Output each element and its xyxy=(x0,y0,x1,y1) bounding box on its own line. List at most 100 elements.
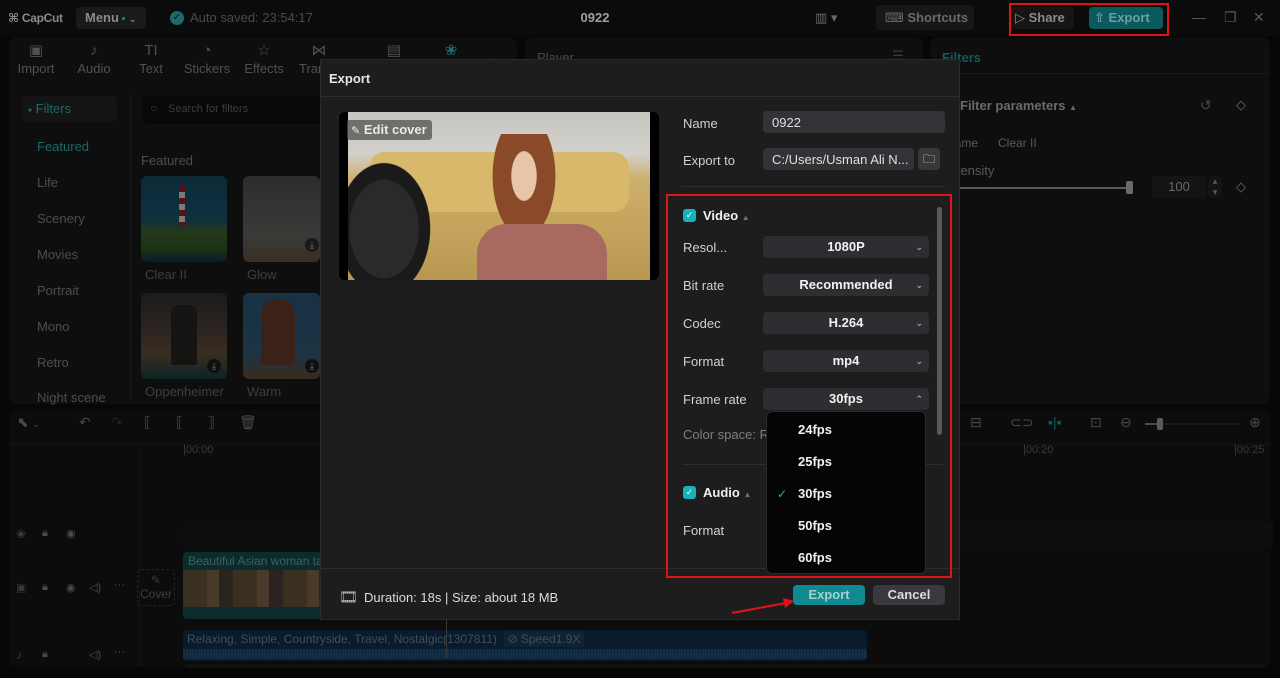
arrow-head xyxy=(783,598,794,608)
audio-clip[interactable]: Relaxing, Simple, Countryside, Travel, N… xyxy=(183,630,867,661)
toolbar-effects[interactable]: ☆ Effects xyxy=(239,41,289,76)
import-icon: ▣ xyxy=(28,42,44,59)
video-track-icon: ▣ xyxy=(16,582,27,594)
sidebar-item-featured[interactable]: Featured xyxy=(37,139,89,154)
autosave-status: ✓ Auto saved: 23:54:17 xyxy=(170,10,313,25)
split-icon[interactable]: ⟦ xyxy=(144,414,151,431)
capcut-logo: ⌘ CapCut xyxy=(8,11,63,25)
folder-icon: 🗀 xyxy=(922,152,935,166)
toolbar-audio[interactable]: ♪ Audio xyxy=(69,41,119,76)
filter-name-value: Clear II xyxy=(998,136,1037,150)
toolbar-stickers[interactable]: ◔ Stickers xyxy=(182,41,232,76)
restore-icon[interactable]: ❐ xyxy=(1224,9,1237,26)
undo-icon[interactable]: ↶ xyxy=(79,414,91,431)
zoom-in-icon[interactable]: ⊕ xyxy=(1249,414,1261,431)
delete-icon[interactable]: 🗑 xyxy=(239,414,257,431)
filter-parameters-title: Filter parameters ▲ xyxy=(960,98,1078,113)
lock-icon[interactable]: 🔒︎ xyxy=(42,581,48,594)
download-icon[interactable]: ⤓ xyxy=(207,359,221,373)
cancel-button[interactable]: Cancel xyxy=(873,585,945,605)
toolbar-text[interactable]: TI Text xyxy=(126,41,176,76)
audio-waveform xyxy=(183,649,867,659)
toolbar-captions[interactable]: ▤ xyxy=(369,41,419,61)
filters-icon: ❀ xyxy=(444,42,458,59)
zoom-out-icon[interactable]: ⊖ xyxy=(1120,414,1132,431)
logo-icon: ⌘ xyxy=(8,11,19,25)
volume-icon[interactable]: ◁) xyxy=(89,648,101,661)
sidebar-item-portrait[interactable]: Portrait xyxy=(37,283,79,298)
snap-icon[interactable]: ⊟ xyxy=(970,414,982,431)
project-title: 0922 xyxy=(580,10,610,25)
minimize-icon[interactable]: — xyxy=(1192,9,1206,25)
timeline-zoom-slider[interactable] xyxy=(1145,418,1240,430)
menu-button[interactable]: Menu • ⌄ xyxy=(76,7,146,29)
keyframe-icon[interactable]: ◇ xyxy=(1236,179,1246,195)
align-icon[interactable]: ▪|▪ xyxy=(1048,414,1062,430)
filter-thumb-oppenheimer[interactable]: ⤓ xyxy=(141,293,227,379)
more-icon[interactable]: ··· xyxy=(114,579,125,591)
filter-name: Glow xyxy=(247,267,277,282)
dialog-title-divider xyxy=(321,96,959,97)
eye-icon[interactable]: ◉ xyxy=(66,527,76,540)
download-icon[interactable]: ⤓ xyxy=(305,238,319,252)
film-icon: 🎞︎ xyxy=(339,589,359,606)
link-icon[interactable]: ⊂⊃ xyxy=(1010,414,1033,431)
export-button[interactable]: Export xyxy=(793,585,865,605)
filter-thumb-warm[interactable]: ⤓ xyxy=(243,293,320,379)
sidebar-item-scenery[interactable]: Scenery xyxy=(37,211,85,226)
audio-icon: ♪ xyxy=(90,42,98,59)
captions-icon: ▤ xyxy=(386,42,402,59)
timeline-scrollbar[interactable] xyxy=(185,664,1265,668)
ruler-tick: |00:20 xyxy=(1023,444,1054,456)
intensity-slider-handle[interactable] xyxy=(1126,181,1133,194)
redo-icon[interactable]: ↷ xyxy=(111,414,123,431)
sidebar-item-mono[interactable]: Mono xyxy=(37,319,70,334)
volume-icon[interactable]: ◁) xyxy=(89,581,101,594)
sidebar-item-retro[interactable]: Retro xyxy=(37,355,69,370)
caret-up-icon: ▲ xyxy=(1069,103,1078,112)
split-right-icon[interactable]: ⟧ xyxy=(208,414,215,431)
filter-thumb-glow[interactable]: ⤓ xyxy=(243,176,320,262)
export-path-input[interactable]: C:/Users/Usman Ali N... xyxy=(763,148,914,170)
folder-browse-button[interactable]: 🗀 xyxy=(918,148,940,170)
eye-icon[interactable]: ◉ xyxy=(66,581,76,594)
lock-icon[interactable]: 🔒︎ xyxy=(42,648,48,661)
filter-track-icon: ❀ xyxy=(16,527,27,541)
arrow-line xyxy=(731,602,787,614)
split-left-icon[interactable]: ⟦ xyxy=(176,414,183,431)
lock-icon[interactable]: 🔒︎ xyxy=(42,527,48,540)
keyboard-icon: ⌨ xyxy=(885,10,904,25)
reset-icon[interactable]: ↺ xyxy=(1200,97,1212,114)
close-icon[interactable]: ✕ xyxy=(1253,9,1265,26)
cover-person-body xyxy=(477,224,607,280)
intensity-input[interactable]: 100 xyxy=(1152,176,1206,198)
filter-thumb-clear-ii[interactable] xyxy=(141,176,227,262)
keyframe-icon[interactable]: ◇ xyxy=(1236,97,1246,113)
download-icon[interactable]: ⤓ xyxy=(305,359,319,373)
zoom-slider-handle[interactable] xyxy=(1157,418,1163,430)
shortcuts-button[interactable]: ⌨ Shortcuts xyxy=(876,5,974,30)
layout-icon[interactable]: ▥ ▾ xyxy=(815,10,837,26)
sidebar-item-movies[interactable]: Movies xyxy=(37,247,78,262)
lighthouse-image xyxy=(179,186,185,226)
sidebar-item-life[interactable]: Life xyxy=(37,175,58,190)
video-clip[interactable]: Beautiful Asian woman ta xyxy=(183,552,323,619)
intensity-stepper[interactable]: ▴ ▾ xyxy=(1208,176,1222,198)
toolbar-import[interactable]: ▣ Import xyxy=(11,41,61,76)
intensity-slider[interactable] xyxy=(960,181,1133,194)
cover-button[interactable]: ✎ Cover xyxy=(137,569,175,606)
select-tool-icon[interactable]: ⬉ ⌄ xyxy=(17,414,40,431)
text-icon: TI xyxy=(144,42,158,59)
audio-track-icon: ♪ xyxy=(16,648,22,662)
preview-axis-icon[interactable]: ⊡ xyxy=(1090,414,1102,431)
featured-section-title: Featured xyxy=(141,153,194,168)
name-input[interactable]: 0922 xyxy=(763,111,945,133)
caret-down-icon: ▾ xyxy=(28,106,33,115)
edit-cover-button[interactable]: ✎ Edit cover xyxy=(347,120,432,140)
toolbar-filters[interactable]: ❀ xyxy=(426,41,476,61)
filter-search-input[interactable]: ○ Search for filters xyxy=(142,96,342,124)
more-icon[interactable]: ··· xyxy=(114,646,125,658)
filters-category-header[interactable]: ▾ Filters xyxy=(22,96,117,122)
track-header-divider xyxy=(139,445,140,667)
sidebar-item-night-scene[interactable]: Night scene xyxy=(37,390,106,405)
